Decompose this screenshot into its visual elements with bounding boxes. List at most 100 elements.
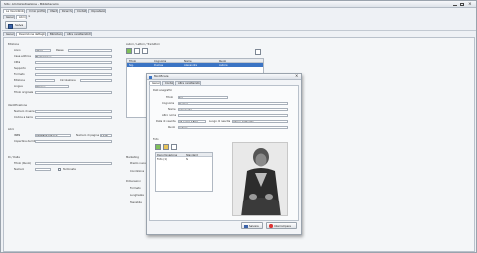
lingua-field[interactable]: Italiano xyxy=(35,84,69,88)
foto-folder-icon[interactable] xyxy=(163,144,169,150)
foto-cell-name: Foto (1) xyxy=(157,157,168,161)
menu-item-profilo[interactable]: Il mio profilo xyxy=(26,9,46,13)
terminata-label: Terminata xyxy=(63,168,76,171)
foto-delete-icon[interactable] xyxy=(171,144,177,150)
dialog-luogo-field[interactable]: Villers-Cotterêts xyxy=(232,119,288,123)
titolo-originale-label: Titolo originale xyxy=(14,91,34,94)
tab-sub-generale[interactable]: Generale xyxy=(3,32,15,36)
cell-ruolo: Autore xyxy=(219,63,228,67)
delete-icon[interactable] xyxy=(142,48,148,54)
edizione-field[interactable] xyxy=(35,78,55,82)
maximize-icon[interactable] xyxy=(460,2,464,6)
numero-serie-field[interactable] xyxy=(35,109,112,113)
dialog-data-nascita-label: Data di nascita xyxy=(156,120,176,123)
casa-editrice-label: Casa editrice xyxy=(14,55,31,58)
cell-cognome: Dumas xyxy=(154,63,164,67)
dialog-altro-nome-label: Altro nome xyxy=(162,114,177,117)
authors-menu-icon[interactable] xyxy=(255,49,261,55)
titolo-originale-field[interactable] xyxy=(35,90,112,94)
minimize-icon[interactable] xyxy=(453,3,457,6)
numero-label: Numero xyxy=(14,168,25,171)
dialog-data-nascita-field[interactable]: 24 luglio 1802 xyxy=(178,119,206,123)
casa-editrice-field[interactable]: Flammarion xyxy=(35,54,112,58)
add-icon[interactable] xyxy=(126,48,132,54)
dialog-titolo-field[interactable]: Sig. xyxy=(178,95,228,99)
window-title: Sito: Amministrazione - Bibliotecario xyxy=(4,2,59,6)
tab-generale[interactable]: Generale xyxy=(3,15,15,19)
cell-titolo: Sig. xyxy=(129,63,134,67)
save-button[interactable]: Salva xyxy=(5,21,27,29)
menu-item-utenti[interactable]: Utenti xyxy=(47,9,58,13)
numero-field[interactable] xyxy=(35,167,51,171)
formato-dim-label: Formato xyxy=(130,187,141,190)
foto-add-icon[interactable] xyxy=(155,144,161,150)
menu-item-contatti[interactable]: Contatti xyxy=(74,9,87,13)
tab-sub-altre[interactable]: Altre caratteristiche xyxy=(64,32,92,36)
circolazione-field[interactable] xyxy=(80,78,112,82)
codice-barre-label: Codice a barre xyxy=(14,116,33,119)
titolo-ruolo-field[interactable] xyxy=(35,161,112,165)
dialog-altro-nome-field[interactable] xyxy=(178,113,288,117)
dialog-title: Modificare xyxy=(154,75,169,79)
tascabile-label: Tascabile xyxy=(130,201,142,204)
dialog-nome-field[interactable]: Alexandre xyxy=(178,107,288,111)
authors-toolbar xyxy=(126,48,156,55)
citta-label: Città xyxy=(14,61,21,64)
table-row[interactable]: Sig. Dumas Alexandre Autore xyxy=(127,63,263,67)
formato-label: Formato xyxy=(14,73,25,76)
foto-table: Denominazione Standard Foto (1) Sì xyxy=(155,152,213,192)
foto-cell-standard: Sì xyxy=(186,157,189,161)
tab-sub-biblioteca[interactable]: Biblioteca xyxy=(47,32,63,36)
dialog-cognome-field[interactable]: Dumas xyxy=(178,101,288,105)
dialog-ruolo-field[interactable]: Autore xyxy=(178,125,288,129)
dialog-title-bar: Modificare × xyxy=(147,74,301,80)
dialog-cancel-button[interactable]: Interrompere xyxy=(266,222,297,229)
menu-item-biblioteca[interactable]: La mia biblioteca xyxy=(3,9,25,13)
lunghezza-label: Lunghezza xyxy=(130,194,144,197)
isbn-label: ISBN xyxy=(14,134,21,137)
author-portrait xyxy=(232,142,288,216)
close-icon[interactable]: × xyxy=(468,2,472,7)
menu-item-ricerche[interactable]: Ricerche xyxy=(59,9,73,13)
close-tab-icon[interactable]: × xyxy=(28,15,31,19)
terminata-checkbox[interactable] xyxy=(58,168,61,171)
cell-nome: Alexandre xyxy=(184,63,198,67)
pagine-field[interactable]: 1248 xyxy=(100,133,112,137)
dialog-nome-label: Nome xyxy=(168,108,176,111)
menu-item-impostazioni[interactable]: Impostazioni xyxy=(88,9,106,13)
citta-field[interactable] xyxy=(35,60,112,64)
tab-sub-descrizione[interactable]: Descrizione dettagliata xyxy=(16,32,46,36)
codice-barre-field[interactable] xyxy=(35,115,112,119)
dialog-body: Dati anagrafici Titolo Sig. Cognome Duma… xyxy=(149,85,299,221)
dialog-ruolo-label: Ruolo xyxy=(168,126,176,129)
circolazione-label: Circolazione xyxy=(60,79,76,82)
dialog-save-icon xyxy=(244,224,248,228)
condizione-label: Condizione xyxy=(130,170,145,173)
table-row[interactable]: Foto (1) Sì xyxy=(156,157,212,161)
dati-anagrafici-title: Dati anagrafici xyxy=(153,89,173,92)
edit-dialog: Modificare × Generale Contatto Altre car… xyxy=(146,73,302,235)
anno-label: Anno xyxy=(14,49,21,52)
main-menu: La mia biblioteca Il mio profilo Utenti … xyxy=(3,9,473,14)
paese-field[interactable] xyxy=(68,48,112,52)
supporto-field[interactable] xyxy=(35,66,112,70)
dialog-cognome-label: Cognome xyxy=(162,102,175,105)
edit-icon[interactable] xyxy=(134,48,140,54)
dialog-save-label: Salvare xyxy=(249,224,259,228)
edizione-label: Edizione xyxy=(14,79,25,82)
dialog-app-icon xyxy=(149,75,152,79)
supporto-label: Supporto xyxy=(14,67,26,70)
copertina-field[interactable] xyxy=(35,139,112,143)
dialog-save-button[interactable]: Salvare xyxy=(241,222,263,229)
isbn-field[interactable]: 9788806196110 xyxy=(35,133,71,137)
titolo-ruolo-label: Titolo (Ruolo) xyxy=(14,162,32,165)
save-button-label: Salva xyxy=(15,24,24,27)
numero-serie-label: Numero di serie xyxy=(14,110,35,113)
tab-libri[interactable]: Libri (2) xyxy=(16,15,27,19)
pagine-label: Numero di pagine xyxy=(76,134,100,137)
anno-field[interactable]: 2012 xyxy=(35,48,51,52)
formato-field[interactable] xyxy=(35,72,112,76)
dialog-cancel-label: Interrompere xyxy=(274,224,292,228)
title-bar: Sito: Amministrazione - Bibliotecario × xyxy=(1,1,476,8)
dialog-close-icon[interactable]: × xyxy=(295,74,298,79)
